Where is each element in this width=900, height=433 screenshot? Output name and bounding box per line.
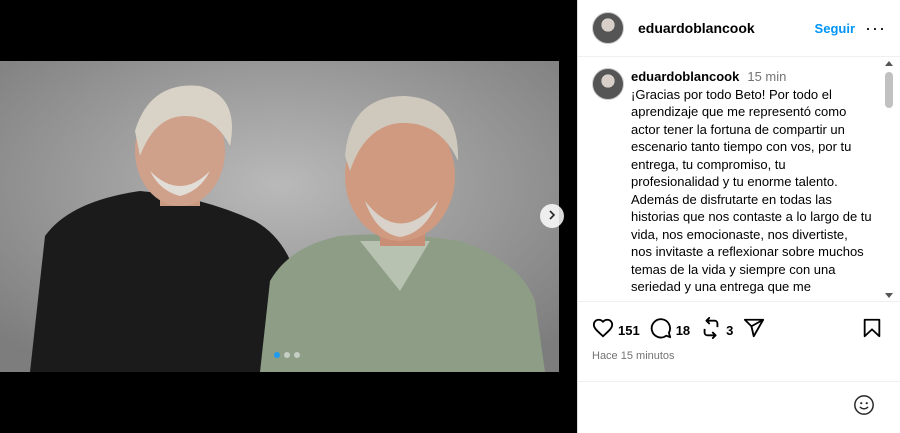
comments-count[interactable]: 18 bbox=[676, 323, 690, 338]
scroll-thumb[interactable] bbox=[885, 72, 893, 108]
caption-time[interactable]: 15 min bbox=[747, 69, 786, 84]
scroll-down-arrow-icon[interactable] bbox=[885, 293, 893, 298]
more-options-icon[interactable]: ··· bbox=[865, 19, 886, 37]
heart-icon bbox=[592, 317, 614, 344]
likes-count[interactable]: 151 bbox=[618, 323, 640, 338]
caption-scrollbar[interactable] bbox=[884, 58, 894, 301]
like-button[interactable]: 151 bbox=[592, 317, 640, 344]
author-avatar[interactable] bbox=[592, 12, 624, 44]
action-bar: 151 18 3 Hace 15 minutos bbox=[578, 301, 900, 381]
post-media bbox=[0, 0, 577, 433]
caption-avatar[interactable] bbox=[592, 68, 624, 100]
carousel-next-button[interactable] bbox=[540, 204, 564, 228]
bookmark-icon bbox=[861, 318, 883, 343]
emoji-button[interactable] bbox=[853, 394, 875, 421]
comment-bubble-icon bbox=[650, 317, 672, 344]
caption-body: eduardoblancook 15 min ¡Gracias por todo … bbox=[631, 68, 872, 296]
save-button[interactable] bbox=[861, 317, 883, 344]
comment-button[interactable]: 18 bbox=[650, 317, 690, 344]
photo-image bbox=[0, 61, 559, 372]
caption-area[interactable]: eduardoblancook 15 min ¡Gracias por todo … bbox=[578, 58, 900, 301]
follow-button[interactable]: Seguir bbox=[815, 21, 855, 36]
repost-button[interactable]: 3 bbox=[700, 317, 733, 344]
caption: eduardoblancook 15 min ¡Gracias por todo … bbox=[592, 68, 872, 296]
carousel-dot bbox=[284, 352, 290, 358]
chevron-right-icon bbox=[547, 207, 557, 225]
reposts-count[interactable]: 3 bbox=[726, 323, 733, 338]
caption-text: ¡Gracias por todo Beto! Por todo el apre… bbox=[631, 86, 872, 295]
carousel-dot bbox=[274, 352, 280, 358]
comment-input[interactable] bbox=[592, 392, 842, 422]
smiley-icon bbox=[853, 395, 875, 420]
author-username[interactable]: eduardoblancook bbox=[638, 20, 755, 36]
post-header: eduardoblancook Seguir ··· bbox=[578, 0, 900, 57]
carousel-dot bbox=[294, 352, 300, 358]
post-panel: eduardoblancook Seguir ··· eduardoblanco… bbox=[577, 0, 900, 433]
action-row: 151 18 3 bbox=[592, 317, 775, 344]
paper-plane-icon bbox=[743, 317, 765, 344]
scroll-up-arrow-icon[interactable] bbox=[885, 61, 893, 66]
share-button[interactable] bbox=[743, 317, 765, 344]
repost-icon bbox=[700, 317, 722, 344]
caption-username[interactable]: eduardoblancook bbox=[631, 69, 739, 84]
post-timestamp[interactable]: Hace 15 minutos bbox=[592, 350, 675, 362]
carousel-indicator bbox=[274, 352, 300, 358]
comment-box bbox=[578, 381, 900, 433]
post-photo[interactable] bbox=[0, 61, 559, 372]
